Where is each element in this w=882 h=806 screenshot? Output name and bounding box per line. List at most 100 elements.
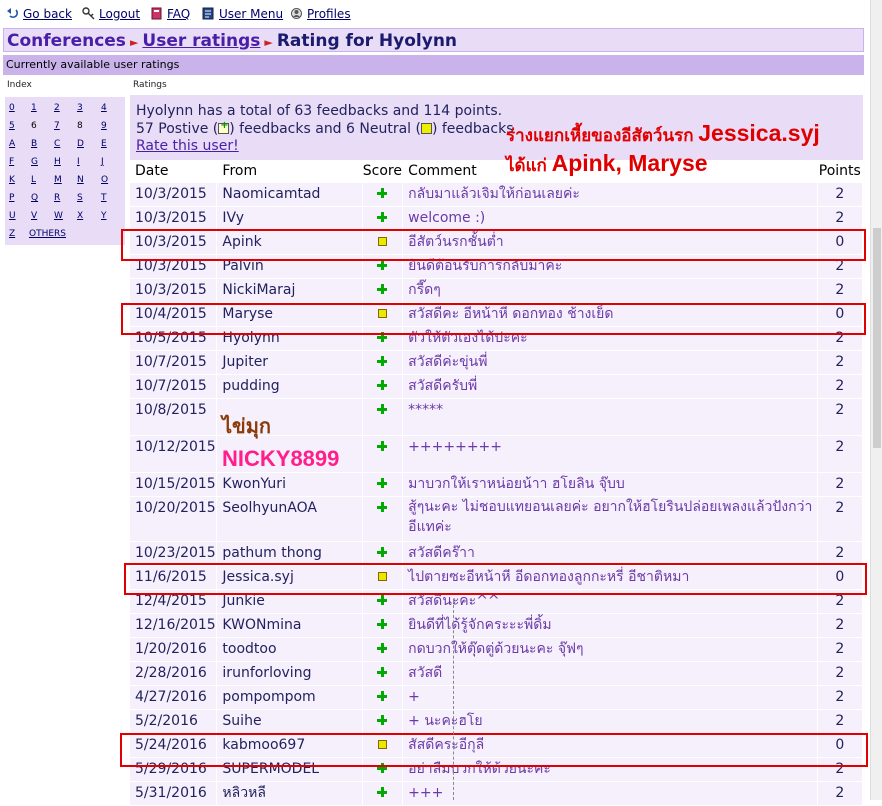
breadcrumb: Conferences ► User ratings ► Rating for Hyol…: [3, 28, 864, 52]
row-comment: มาบวกให้เราหน่อยน้าา ฮโยลิน จุ๊บบ: [402, 472, 818, 497]
annotation-heading: ร่างแยกเหี้ยของอีสัตว์นรก Jessica.syj: [506, 120, 820, 146]
index-item-j[interactable]: J: [101, 157, 104, 167]
positive-score-icon: [377, 619, 388, 629]
index-item-h[interactable]: H: [54, 157, 61, 167]
row-comment: กรี๊ดๆ: [402, 278, 818, 303]
row-score: [362, 206, 404, 231]
row-points: 2: [817, 709, 864, 734]
index-item-n[interactable]: N: [77, 175, 84, 185]
row-from[interactable]: Naomicamtad: [216, 182, 363, 207]
index-item-9[interactable]: 9: [101, 121, 107, 131]
header-points: Points: [817, 160, 864, 183]
index-item-f[interactable]: F: [9, 157, 14, 167]
index-item-i[interactable]: I: [77, 157, 80, 167]
vertical-scrollbar[interactable]: [870, 0, 882, 800]
table-row: 10/23/2015 pathum thong สวัสดีคร๊าา 2: [130, 541, 864, 566]
index-item-3[interactable]: 3: [77, 103, 83, 113]
highlight-box-jessica: [124, 563, 867, 595]
index-item-t[interactable]: T: [101, 193, 107, 203]
index-item-b[interactable]: B: [31, 139, 37, 149]
row-comment: ++++++++: [402, 435, 818, 473]
index-item-7[interactable]: 7: [54, 121, 60, 131]
row-date: 10/3/2015: [130, 278, 218, 303]
index-item-m[interactable]: M: [54, 175, 62, 185]
table-row: 10/7/2015 pudding สวัสดีครับพี่ 2: [130, 374, 864, 399]
index-item-z[interactable]: Z: [9, 229, 15, 239]
breadcrumb-user-ratings[interactable]: User ratings: [142, 31, 260, 51]
neutral-icon: [420, 123, 432, 134]
row-comment: +: [402, 685, 818, 710]
index-item-r[interactable]: R: [54, 193, 60, 203]
index-item-e[interactable]: E: [101, 139, 107, 149]
row-from[interactable]: pudding: [216, 374, 363, 399]
scrollbar-thumb[interactable]: [873, 228, 881, 448]
index-item-c[interactable]: C: [54, 139, 60, 149]
section-header: Currently available user ratings: [3, 55, 864, 75]
index-item-2[interactable]: 2: [54, 103, 60, 113]
index-item-s[interactable]: S: [77, 193, 83, 203]
row-from[interactable]: NickiMaraj: [216, 278, 363, 303]
go-back-link[interactable]: Go back: [6, 7, 72, 21]
row-from[interactable]: Suihe: [216, 709, 363, 734]
index-item-g[interactable]: G: [31, 157, 38, 167]
index-item-a[interactable]: A: [9, 139, 15, 149]
row-date: 10/20/2015: [130, 496, 218, 542]
breadcrumb-separator-icon: ►: [264, 36, 273, 49]
index-item-l[interactable]: L: [31, 175, 36, 185]
row-comment: + นะคะฮโย: [402, 709, 818, 734]
row-points: 2: [817, 278, 864, 303]
row-comment: สวัสดีค่ะขุ่นพี่: [402, 350, 818, 375]
table-header-row: Date From Score Comment Points: [130, 160, 864, 183]
row-from[interactable]: KWONmina: [216, 613, 363, 638]
row-from[interactable]: toodtoo: [216, 637, 363, 662]
index-item-6: 6: [31, 121, 37, 131]
index-item-w[interactable]: W: [54, 211, 63, 221]
index-item-4[interactable]: 4: [101, 103, 107, 113]
back-arrow-icon: [7, 8, 19, 19]
row-from[interactable]: pathum thong: [216, 541, 363, 566]
rate-user-link[interactable]: Rate this user!: [136, 138, 239, 154]
index-item-y[interactable]: Y: [101, 211, 107, 221]
profiles-link[interactable]: Profiles: [290, 7, 351, 21]
breadcrumb-conferences[interactable]: Conferences: [7, 31, 126, 51]
row-from[interactable]: หลิวหลี: [216, 781, 363, 806]
index-item-u[interactable]: U: [9, 211, 16, 221]
row-score: [362, 613, 404, 638]
index-item-k[interactable]: K: [9, 175, 15, 185]
index-item-others[interactable]: OTHERS: [29, 229, 66, 239]
faq-link[interactable]: FAQ: [150, 7, 190, 21]
index-item-o[interactable]: O: [101, 175, 108, 185]
row-from[interactable]: IVy: [216, 206, 363, 231]
table-row: 1/20/2016 toodtoo กดบวกให้ตุ๊ดตู่ด้วยนะคะ …: [130, 637, 864, 662]
row-date: 10/3/2015: [130, 206, 218, 231]
index-item-q[interactable]: Q: [31, 193, 38, 203]
row-from[interactable]: irunforloving: [216, 661, 363, 686]
table-row: 5/31/2016 หลิวหลี +++ 2: [130, 781, 864, 806]
positive-icon: [218, 120, 230, 134]
row-date: 10/7/2015: [130, 350, 218, 375]
annotation-kaimuk: ไข่มุก: [222, 416, 272, 438]
index-item-x[interactable]: X: [77, 211, 83, 221]
row-date: 10/8/2015: [130, 398, 218, 436]
row-score: [362, 374, 404, 399]
row-date: 4/27/2016: [130, 685, 218, 710]
index-item-5[interactable]: 5: [9, 121, 15, 131]
page-title: Rating for Hyolynn: [276, 31, 458, 51]
index-item-v[interactable]: V: [31, 211, 37, 221]
index-item-0[interactable]: 0: [9, 103, 15, 113]
positive-score-icon: [377, 260, 388, 270]
summary-total: Hyolynn has a total of 63 feedbacks and …: [136, 103, 503, 119]
row-from[interactable]: Jupiter: [216, 350, 363, 375]
index-item-p[interactable]: P: [9, 193, 14, 203]
positive-score-icon: [377, 715, 388, 725]
logout-link[interactable]: Logout: [82, 7, 140, 21]
index-item-d[interactable]: D: [77, 139, 84, 149]
row-from[interactable]: SeolhyunAOA: [216, 496, 363, 542]
row-comment: สวัสดีคร๊าา: [402, 541, 818, 566]
row-from[interactable]: KwonYuri: [216, 472, 363, 497]
user-menu-link[interactable]: User Menu: [202, 7, 283, 21]
row-from[interactable]: pompompom: [216, 685, 363, 710]
index-panel: 0 1 2 3 4 5 6 7 8 9 A B C D E F G H I J K L M N O P Q R S T U V W X Y Z OTHE…: [5, 97, 125, 245]
index-item-1[interactable]: 1: [31, 103, 37, 113]
row-points: 2: [817, 350, 864, 375]
